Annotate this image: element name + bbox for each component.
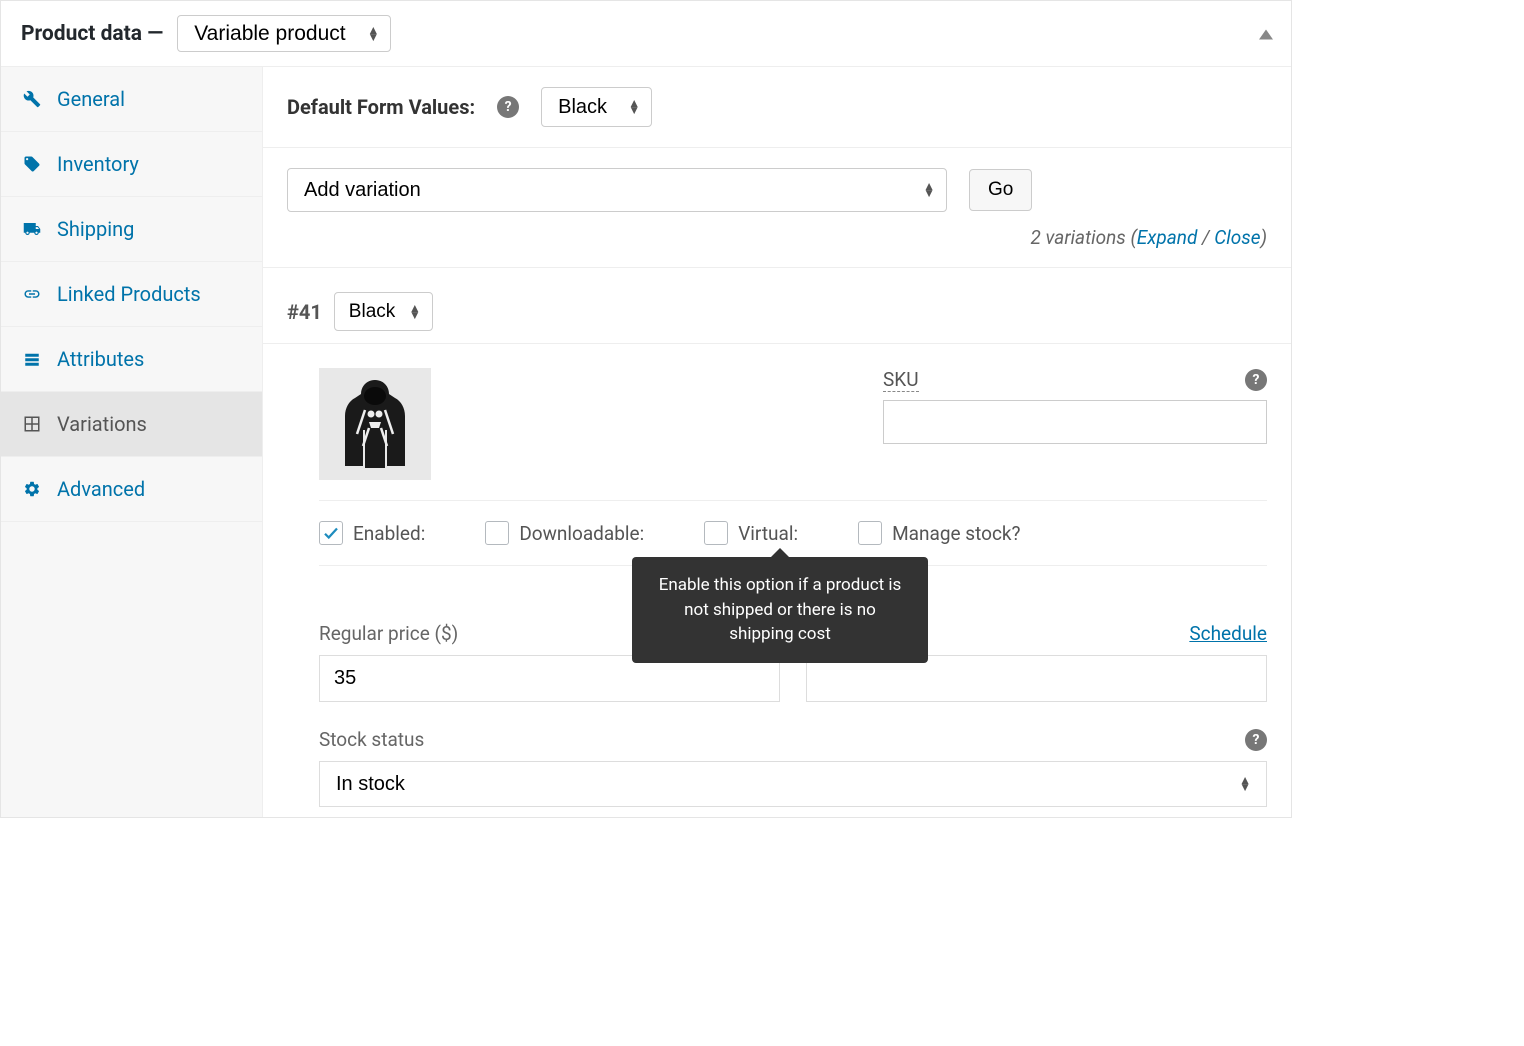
variation-attr-wrap: Black ▲▼	[334, 292, 433, 331]
check-downloadable: Downloadable:	[485, 521, 644, 545]
default-form-select[interactable]: Black	[541, 87, 652, 127]
go-button[interactable]: Go	[969, 169, 1032, 211]
panel-body: General Inventory Shipping Linked Produc…	[1, 67, 1291, 817]
check-enabled: Enabled:	[319, 521, 425, 545]
variation-header: #41 Black ▲▼	[263, 268, 1291, 344]
variations-count: 2 variations	[1030, 226, 1125, 249]
schedule-link[interactable]: Schedule	[1189, 622, 1267, 645]
help-icon[interactable]: ?	[1245, 729, 1267, 751]
stock-status-block: Stock status ? In stock ▲▼	[319, 728, 1267, 807]
default-form-label: Default Form Values:	[287, 95, 475, 119]
sku-label-row: SKU ?	[883, 368, 1267, 392]
product-type-wrap: Variable product ▲▼	[177, 15, 391, 52]
panel-title: Product data —	[21, 22, 163, 46]
sku-block: SKU ?	[883, 368, 1267, 480]
truck-icon	[21, 218, 43, 240]
sidebar-item-general[interactable]: General	[1, 67, 262, 132]
list-icon	[21, 348, 43, 370]
check-manage-stock: Manage stock?	[858, 521, 1020, 545]
checkbox-downloadable[interactable]	[485, 521, 509, 545]
check-label: Manage stock?	[892, 522, 1020, 545]
check-virtual: Virtual:	[704, 521, 798, 545]
hoodie-icon	[335, 374, 415, 474]
variation-body: SKU ? Enabled: Down	[263, 344, 1291, 817]
product-type-select[interactable]: Variable product	[177, 15, 391, 52]
link-icon	[21, 283, 43, 305]
virtual-tooltip: Enable this option if a product is not s…	[632, 557, 928, 663]
checkbox-manage-stock[interactable]	[858, 521, 882, 545]
sidebar-item-label: Shipping	[57, 217, 134, 241]
variation-attribute-select[interactable]: Black	[334, 292, 433, 331]
sidebar-item-shipping[interactable]: Shipping	[1, 197, 262, 262]
grid-icon	[21, 413, 43, 435]
collapse-caret-icon[interactable]	[1259, 24, 1273, 43]
stock-select-wrap: In stock ▲▼	[319, 761, 1267, 807]
check-label: Downloadable:	[519, 522, 644, 545]
expand-link[interactable]: Expand	[1137, 226, 1198, 249]
default-form-select-wrap: Black ▲▼	[541, 87, 652, 127]
wrench-icon	[21, 88, 43, 110]
sidebar-item-variations[interactable]: Variations	[1, 392, 262, 457]
variation-action-select[interactable]: Add variation	[287, 168, 947, 212]
image-sku-row: SKU ?	[319, 368, 1267, 480]
variation-id: #41	[287, 300, 322, 324]
checkbox-virtual[interactable]	[704, 521, 728, 545]
sidebar-item-label: General	[57, 87, 125, 111]
sku-label: SKU	[883, 368, 919, 392]
checkbox-enabled[interactable]	[319, 521, 343, 545]
sidebar-item-label: Advanced	[57, 477, 145, 501]
stock-status-select[interactable]: In stock	[319, 761, 1267, 807]
sku-input[interactable]	[883, 400, 1267, 444]
check-label: Virtual:	[738, 522, 798, 545]
stock-label-row: Stock status ?	[319, 728, 1267, 751]
check-label: Enabled:	[353, 522, 425, 545]
main-content: Default Form Values: ? Black ▲▼ Add vari…	[263, 67, 1291, 817]
sidebar-item-label: Linked Products	[57, 282, 201, 306]
close-link[interactable]: Close	[1214, 226, 1260, 249]
checks-row: Enabled: Downloadable: Virtual: Manage s…	[319, 500, 1267, 566]
sidebar-item-label: Inventory	[57, 152, 139, 176]
help-icon[interactable]: ?	[497, 96, 519, 118]
variations-status: 2 variations (Expand / Close)	[263, 222, 1291, 268]
product-data-panel: Product data — Variable product ▲▼ Gener…	[0, 0, 1292, 818]
sidebar-item-inventory[interactable]: Inventory	[1, 132, 262, 197]
variation-action-select-wrap: Add variation ▲▼	[287, 168, 947, 212]
help-icon[interactable]: ?	[1245, 369, 1267, 391]
regular-price-label: Regular price ($)	[319, 622, 458, 645]
tag-icon	[21, 153, 43, 175]
sidebar-item-advanced[interactable]: Advanced	[1, 457, 262, 522]
variation-action-row: Add variation ▲▼ Go	[263, 148, 1291, 222]
paren-close: )	[1261, 226, 1267, 249]
gear-icon	[21, 478, 43, 500]
variation-image[interactable]	[319, 368, 431, 480]
default-form-values-row: Default Form Values: ? Black ▲▼	[263, 67, 1291, 148]
sidebar-item-linked[interactable]: Linked Products	[1, 262, 262, 327]
sidebar-item-attributes[interactable]: Attributes	[1, 327, 262, 392]
panel-header: Product data — Variable product ▲▼	[1, 1, 1291, 67]
stock-status-label: Stock status	[319, 728, 424, 751]
sidebar-item-label: Variations	[57, 412, 147, 436]
sidebar: General Inventory Shipping Linked Produc…	[1, 67, 263, 817]
sidebar-item-label: Attributes	[57, 347, 144, 371]
